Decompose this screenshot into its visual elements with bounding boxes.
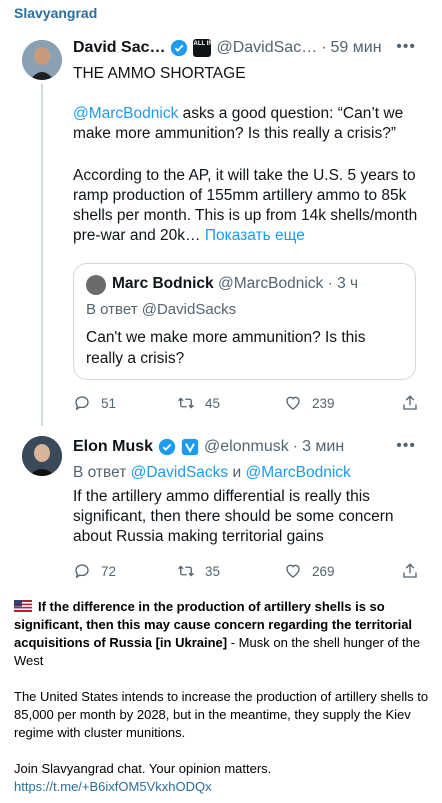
like-button[interactable]: 239 — [284, 394, 335, 412]
invite-link[interactable]: https://t.me/+B6ixfOM5VkxhODQx — [14, 778, 429, 796]
more-options-icon[interactable]: ••• — [396, 437, 416, 455]
mention-link[interactable]: @MarcBodnick — [73, 105, 178, 122]
share-button[interactable] — [401, 562, 419, 580]
reply-prefix: В ответ — [73, 464, 131, 481]
verified-icon — [171, 39, 188, 57]
author-name[interactable]: David Sac… — [73, 39, 165, 57]
tweet-header: Elon Musk @elonmusk · 3 мин — [73, 437, 344, 457]
tweet-actions: 72 35 269 — [73, 562, 423, 584]
show-more-link[interactable]: Показать еще — [205, 227, 305, 244]
separator-dot: · — [321, 39, 327, 56]
author-name[interactable]: Elon Musk — [73, 438, 153, 456]
like-button[interactable]: 269 — [284, 562, 335, 580]
reply-icon — [75, 564, 89, 579]
retweet-count: 45 — [205, 395, 221, 411]
mention-link[interactable]: @DavidSacks — [131, 464, 229, 481]
reply-icon — [75, 396, 89, 411]
share-button[interactable] — [401, 394, 419, 412]
post-caption: If the difference in the production of a… — [14, 598, 429, 796]
quoted-tweet[interactable]: Marc Bodnick @MarcBodnick · 3 ч В ответ … — [73, 263, 416, 380]
reply-button[interactable]: 51 — [73, 394, 116, 412]
like-count: 269 — [312, 563, 335, 579]
retweet-button[interactable]: 45 — [177, 394, 220, 412]
caption-paragraph: If the difference in the production of a… — [14, 598, 429, 670]
avatar[interactable] — [22, 40, 62, 80]
author-handle[interactable]: @MarcBodnick — [218, 275, 323, 292]
reply-button[interactable]: 72 — [73, 562, 116, 580]
share-icon — [403, 563, 417, 578]
tweet-body: If the artillery ammo differential is re… — [73, 488, 394, 545]
tweet-body-2: According to the AP, it will take the U.… — [73, 166, 423, 246]
verified-icon — [158, 438, 176, 456]
timestamp[interactable]: 3 мин — [302, 438, 344, 456]
quote-header: Marc Bodnick @MarcBodnick · 3 ч — [112, 275, 358, 293]
heart-icon — [286, 564, 300, 578]
retweet-icon — [178, 397, 194, 409]
reply-count: 51 — [101, 395, 117, 411]
thread-line — [41, 84, 43, 426]
author-name[interactable]: Marc Bodnick — [112, 275, 214, 292]
reply-to: В ответ @DavidSacks и @MarcBodnick — [73, 463, 423, 483]
reply-and: и — [228, 464, 246, 481]
tweet-actions: 51 45 239 — [73, 394, 423, 416]
timestamp[interactable]: 3 ч — [337, 275, 358, 292]
retweet-count: 35 — [205, 563, 221, 579]
like-count: 239 — [312, 395, 335, 411]
avatar[interactable] — [22, 436, 62, 476]
heart-icon — [286, 396, 300, 410]
retweet-icon — [178, 565, 194, 577]
retweet-button[interactable]: 35 — [177, 562, 220, 580]
affiliate-badge-icon — [181, 438, 199, 456]
org-badge-icon: ALL IN — [193, 39, 213, 57]
tweet-body-1: @MarcBodnick asks a good question: “Can’… — [73, 104, 423, 144]
separator-dot: · — [327, 275, 333, 292]
tweet-header: David Sac… ALL IN @DavidSac… · 59 мин — [73, 38, 382, 58]
more-options-icon[interactable]: ••• — [396, 38, 416, 56]
separator-dot: · — [292, 438, 299, 455]
channel-name[interactable]: Slavyangrad — [14, 5, 97, 21]
tweet-embed-card[interactable]: David Sac… ALL IN @DavidSac… · 59 мин ••… — [6, 26, 436, 591]
quote-text: Can't we make more ammunition? Is this r… — [86, 329, 366, 367]
mention-link[interactable]: @MarcBodnick — [245, 464, 350, 481]
author-handle[interactable]: @elonmusk — [204, 438, 289, 456]
reply-to[interactable]: В ответ @DavidSacks — [86, 301, 236, 318]
caption-paragraph: Join Slavyangrad chat. Your opinion matt… — [14, 761, 272, 776]
timestamp[interactable]: 59 мин — [331, 39, 382, 57]
caption-paragraph: The United States intends to increase th… — [14, 689, 429, 740]
avatar[interactable] — [86, 275, 106, 295]
author-handle[interactable]: @DavidSac… — [216, 39, 317, 57]
reply-count: 72 — [101, 563, 117, 579]
us-flag-icon — [14, 600, 32, 612]
share-icon — [403, 395, 417, 410]
tweet-headline: THE AMMO SHORTAGE — [73, 65, 246, 82]
